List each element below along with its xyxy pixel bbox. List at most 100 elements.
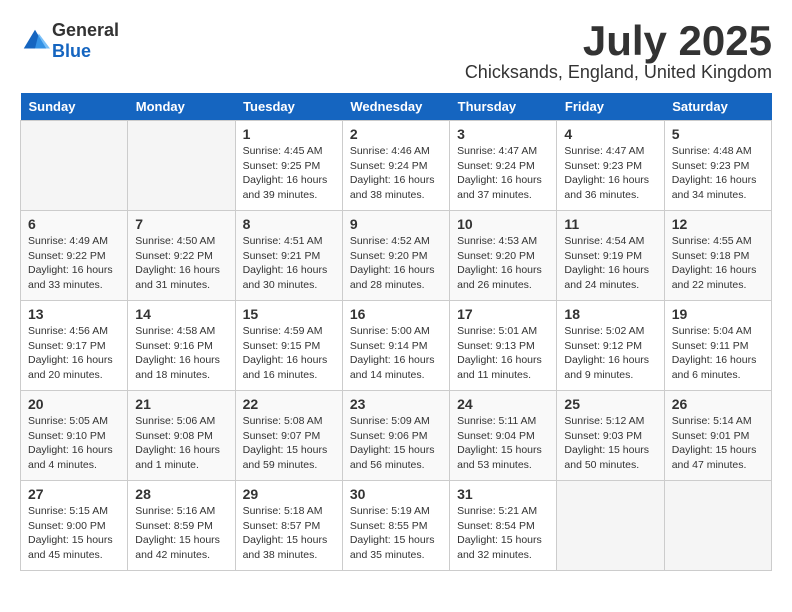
week-row-5: 27Sunrise: 5:15 AMSunset: 9:00 PMDayligh… xyxy=(21,481,772,571)
day-number: 11 xyxy=(564,216,656,232)
calendar-cell: 8 Sunrise: 4:51 AMSunset: 9:21 PMDaylight… xyxy=(235,211,342,301)
day-detail: Sunrise: 4:50 AMSunset: 9:22 PMDaylight:… xyxy=(135,234,227,293)
day-number: 27 xyxy=(28,486,120,502)
day-number: 14 xyxy=(135,306,227,322)
week-row-2: 6 Sunrise: 4:49 AMSunset: 9:22 PMDaylight… xyxy=(21,211,772,301)
day-detail: Sunrise: 4:49 AMSunset: 9:22 PMDaylight:… xyxy=(28,234,120,293)
day-detail: Sunrise: 5:19 AMSunset: 8:55 PMDaylight:… xyxy=(350,504,442,563)
day-number: 28 xyxy=(135,486,227,502)
title-section: July 2025 Chicksands, England, United Ki… xyxy=(465,20,772,83)
calendar-cell: 28 Sunrise: 5:16 AMSunset: 8:59 PMDayligh… xyxy=(128,481,235,571)
day-detail: Sunrise: 5:16 AMSunset: 8:59 PMDaylight:… xyxy=(135,504,227,563)
week-row-1: 1Sunrise: 4:45 AMSunset: 9:25 PMDaylight… xyxy=(21,121,772,211)
day-number: 25 xyxy=(564,396,656,412)
day-detail: Sunrise: 5:21 AMSunset: 8:54 PMDaylight:… xyxy=(457,504,549,563)
day-detail: Sunrise: 5:04 AMSunset: 9:11 PMDaylight:… xyxy=(672,324,764,383)
day-number: 9 xyxy=(350,216,442,232)
calendar-cell: 13Sunrise: 4:56 AMSunset: 9:17 PMDayligh… xyxy=(21,301,128,391)
day-detail: Sunrise: 5:14 AMSunset: 9:01 PMDaylight:… xyxy=(672,414,764,473)
calendar-cell: 17Sunrise: 5:01 AMSunset: 9:13 PMDayligh… xyxy=(450,301,557,391)
header-cell-thursday: Thursday xyxy=(450,93,557,121)
calendar-cell: 11 Sunrise: 4:54 AMSunset: 9:19 PMDayligh… xyxy=(557,211,664,301)
calendar-cell: 10Sunrise: 4:53 AMSunset: 9:20 PMDayligh… xyxy=(450,211,557,301)
day-detail: Sunrise: 4:47 AMSunset: 9:23 PMDaylight:… xyxy=(564,144,656,203)
day-number: 17 xyxy=(457,306,549,322)
day-number: 26 xyxy=(672,396,764,412)
day-detail: Sunrise: 5:05 AMSunset: 9:10 PMDaylight:… xyxy=(28,414,120,473)
calendar-cell: 3 Sunrise: 4:47 AMSunset: 9:24 PMDaylight… xyxy=(450,121,557,211)
calendar-cell: 4 Sunrise: 4:47 AMSunset: 9:23 PMDaylight… xyxy=(557,121,664,211)
day-detail: Sunrise: 4:56 AMSunset: 9:17 PMDaylight:… xyxy=(28,324,120,383)
day-detail: Sunrise: 4:51 AMSunset: 9:21 PMDaylight:… xyxy=(243,234,335,293)
calendar-cell xyxy=(128,121,235,211)
day-number: 23 xyxy=(350,396,442,412)
header-cell-sunday: Sunday xyxy=(21,93,128,121)
logo-general: General xyxy=(52,20,119,40)
calendar-cell: 22Sunrise: 5:08 AMSunset: 9:07 PMDayligh… xyxy=(235,391,342,481)
day-detail: Sunrise: 5:12 AMSunset: 9:03 PMDaylight:… xyxy=(564,414,656,473)
calendar-cell: 5 Sunrise: 4:48 AMSunset: 9:23 PMDaylight… xyxy=(664,121,771,211)
day-number: 22 xyxy=(243,396,335,412)
day-number: 12 xyxy=(672,216,764,232)
day-detail: Sunrise: 4:58 AMSunset: 9:16 PMDaylight:… xyxy=(135,324,227,383)
day-number: 21 xyxy=(135,396,227,412)
day-number: 18 xyxy=(564,306,656,322)
calendar-cell xyxy=(557,481,664,571)
header-row: SundayMondayTuesdayWednesdayThursdayFrid… xyxy=(21,93,772,121)
day-number: 20 xyxy=(28,396,120,412)
day-detail: Sunrise: 4:45 AMSunset: 9:25 PMDaylight:… xyxy=(243,144,335,203)
calendar-cell: 9 Sunrise: 4:52 AMSunset: 9:20 PMDaylight… xyxy=(342,211,449,301)
calendar-cell: 21 Sunrise: 5:06 AMSunset: 9:08 PMDayligh… xyxy=(128,391,235,481)
day-detail: Sunrise: 5:00 AMSunset: 9:14 PMDaylight:… xyxy=(350,324,442,383)
calendar-cell: 14 Sunrise: 4:58 AMSunset: 9:16 PMDayligh… xyxy=(128,301,235,391)
day-number: 3 xyxy=(457,126,549,142)
day-number: 2 xyxy=(350,126,442,142)
day-detail: Sunrise: 5:02 AMSunset: 9:12 PMDaylight:… xyxy=(564,324,656,383)
calendar-cell: 12 Sunrise: 4:55 AMSunset: 9:18 PMDayligh… xyxy=(664,211,771,301)
day-number: 29 xyxy=(243,486,335,502)
day-detail: Sunrise: 4:47 AMSunset: 9:24 PMDaylight:… xyxy=(457,144,549,203)
logo: General Blue xyxy=(20,20,119,62)
header-cell-tuesday: Tuesday xyxy=(235,93,342,121)
calendar-header: SundayMondayTuesdayWednesdayThursdayFrid… xyxy=(21,93,772,121)
day-detail: Sunrise: 5:11 AMSunset: 9:04 PMDaylight:… xyxy=(457,414,549,473)
calendar-table: SundayMondayTuesdayWednesdayThursdayFrid… xyxy=(20,93,772,571)
logo-blue: Blue xyxy=(52,41,91,61)
day-number: 10 xyxy=(457,216,549,232)
day-number: 16 xyxy=(350,306,442,322)
calendar-cell: 6 Sunrise: 4:49 AMSunset: 9:22 PMDaylight… xyxy=(21,211,128,301)
page-header: General Blue July 2025 Chicksands, Engla… xyxy=(20,20,772,83)
logo-icon xyxy=(20,26,50,56)
calendar-cell: 19 Sunrise: 5:04 AMSunset: 9:11 PMDayligh… xyxy=(664,301,771,391)
day-number: 24 xyxy=(457,396,549,412)
day-number: 19 xyxy=(672,306,764,322)
calendar-cell: 29 Sunrise: 5:18 AMSunset: 8:57 PMDayligh… xyxy=(235,481,342,571)
day-number: 4 xyxy=(564,126,656,142)
calendar-cell: 27Sunrise: 5:15 AMSunset: 9:00 PMDayligh… xyxy=(21,481,128,571)
day-detail: Sunrise: 5:18 AMSunset: 8:57 PMDaylight:… xyxy=(243,504,335,563)
day-detail: Sunrise: 4:48 AMSunset: 9:23 PMDaylight:… xyxy=(672,144,764,203)
calendar-cell: 2 Sunrise: 4:46 AMSunset: 9:24 PMDaylight… xyxy=(342,121,449,211)
day-number: 8 xyxy=(243,216,335,232)
calendar-cell: 30Sunrise: 5:19 AMSunset: 8:55 PMDayligh… xyxy=(342,481,449,571)
day-detail: Sunrise: 4:46 AMSunset: 9:24 PMDaylight:… xyxy=(350,144,442,203)
calendar-cell: 23 Sunrise: 5:09 AMSunset: 9:06 PMDayligh… xyxy=(342,391,449,481)
week-row-3: 13Sunrise: 4:56 AMSunset: 9:17 PMDayligh… xyxy=(21,301,772,391)
header-cell-saturday: Saturday xyxy=(664,93,771,121)
month-title: July 2025 xyxy=(465,20,772,62)
calendar-cell: 20 Sunrise: 5:05 AMSunset: 9:10 PMDayligh… xyxy=(21,391,128,481)
calendar-cell: 1Sunrise: 4:45 AMSunset: 9:25 PMDaylight… xyxy=(235,121,342,211)
day-detail: Sunrise: 5:06 AMSunset: 9:08 PMDaylight:… xyxy=(135,414,227,473)
calendar-cell: 15Sunrise: 4:59 AMSunset: 9:15 PMDayligh… xyxy=(235,301,342,391)
day-number: 6 xyxy=(28,216,120,232)
day-detail: Sunrise: 5:09 AMSunset: 9:06 PMDaylight:… xyxy=(350,414,442,473)
header-cell-wednesday: Wednesday xyxy=(342,93,449,121)
day-detail: Sunrise: 4:54 AMSunset: 9:19 PMDaylight:… xyxy=(564,234,656,293)
calendar-cell: 16 Sunrise: 5:00 AMSunset: 9:14 PMDayligh… xyxy=(342,301,449,391)
calendar-cell: 18 Sunrise: 5:02 AMSunset: 9:12 PMDayligh… xyxy=(557,301,664,391)
logo-text: General Blue xyxy=(52,20,119,62)
day-number: 5 xyxy=(672,126,764,142)
day-detail: Sunrise: 4:55 AMSunset: 9:18 PMDaylight:… xyxy=(672,234,764,293)
day-detail: Sunrise: 4:52 AMSunset: 9:20 PMDaylight:… xyxy=(350,234,442,293)
calendar-cell: 26 Sunrise: 5:14 AMSunset: 9:01 PMDayligh… xyxy=(664,391,771,481)
